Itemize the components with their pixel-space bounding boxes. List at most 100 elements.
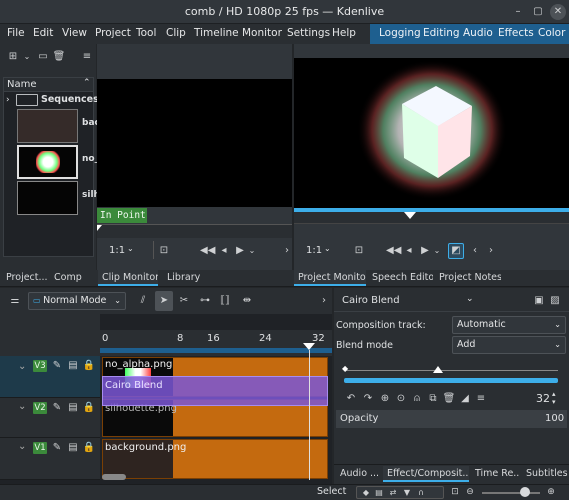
tab-clip-monitor[interactable]: Clip Monitor [98, 270, 158, 286]
select-tool-icon[interactable]: ➤ [155, 291, 173, 311]
chevron-down-icon[interactable]: ⌄ [466, 294, 474, 304]
zone-bar[interactable] [100, 348, 332, 353]
collapse-icon[interactable]: ⌄ [18, 361, 26, 372]
fullscreen-icon[interactable]: ⊡ [157, 244, 171, 258]
layout-color[interactable]: Color [538, 27, 565, 39]
position-icon[interactable]: ⊙ [394, 392, 408, 406]
sort-up-icon[interactable]: ⌃ [83, 78, 91, 88]
keyframe-playhead[interactable] [433, 366, 443, 373]
track-badge[interactable]: V1 [33, 442, 47, 454]
tab-time-remap[interactable]: Time Re... [471, 466, 519, 482]
film-icon[interactable]: ▤ [66, 359, 80, 373]
clip-thumbnail-selected[interactable] [17, 145, 78, 179]
tab-audio[interactable]: Audio ... [336, 466, 380, 482]
zoom-in-icon[interactable]: ⊕ [544, 485, 558, 499]
lock-icon[interactable]: 🔒 [82, 441, 96, 455]
track-badge[interactable]: V3 [33, 360, 47, 372]
track-badge[interactable]: V2 [33, 402, 47, 414]
keyframe-diamond-icon[interactable]: ◆ [342, 364, 348, 373]
tag-icon[interactable]: ◆ [359, 486, 373, 500]
layout-effects[interactable]: Effects [498, 27, 534, 39]
collapse-icon[interactable]: ⌄ [18, 401, 26, 412]
layout-audio[interactable]: Audio [463, 27, 493, 39]
rewind-icon[interactable]: ◀◀ [386, 244, 401, 258]
menu-clip[interactable]: Clip [166, 27, 186, 39]
chevron-down-icon[interactable]: ⌄ [430, 244, 444, 258]
zoom-fit-icon[interactable]: ⊡ [448, 485, 462, 499]
mode-select[interactable]: ▭ Normal Mode ⌄ [28, 292, 126, 310]
delete-icon[interactable]: 🗑 [442, 392, 456, 406]
close-icon[interactable]: ✕ [550, 4, 566, 20]
film-icon[interactable]: ▤ [372, 486, 386, 500]
clip-monitor-screen[interactable] [97, 79, 292, 207]
layout-editing[interactable]: Editing [423, 27, 460, 39]
chevron-right-icon[interactable]: › [280, 244, 294, 258]
spinner-icon[interactable]: ▴ ▾ [552, 390, 556, 406]
menu-view[interactable]: View [62, 27, 87, 39]
keyframe-range[interactable] [344, 378, 558, 383]
add-clip-icon[interactable]: ⊞ [6, 50, 20, 64]
chevron-down-icon[interactable]: ⌄ [20, 50, 34, 64]
chevron-right-icon[interactable]: › [317, 294, 331, 308]
tab-speech-editor[interactable]: Speech Editor [368, 270, 433, 286]
settings-sliders-icon[interactable]: ⚌ [8, 294, 22, 308]
zoom-slider[interactable] [482, 492, 540, 494]
menu-timeline[interactable]: Timeline [194, 27, 239, 39]
menu-file[interactable]: File [7, 27, 25, 39]
opacity-row[interactable]: Opacity 100 [336, 410, 567, 428]
step-back-icon[interactable]: ◂ [402, 244, 416, 258]
blend-mode-select[interactable]: Add ⌄ [452, 336, 566, 354]
playhead-line[interactable] [309, 350, 310, 480]
menu-edit[interactable]: Edit [33, 27, 53, 39]
chevron-right-icon[interactable]: › [484, 244, 498, 258]
zoom-out-icon[interactable]: ⊖ [463, 485, 477, 499]
chevron-right-icon[interactable]: › [6, 95, 10, 105]
ripple-icon[interactable]: ⟦⟧ [218, 294, 232, 308]
tab-project-bin[interactable]: Project... [2, 270, 48, 286]
razor-icon[interactable]: ✂ [177, 294, 191, 308]
maximize-icon[interactable]: ▢ [530, 4, 546, 20]
playhead-marker[interactable] [97, 225, 102, 231]
menu-tool[interactable]: Tool [136, 27, 156, 39]
spacer-icon[interactable]: ⫽ [136, 294, 150, 308]
column-name[interactable]: Name [7, 79, 37, 90]
redo-icon[interactable]: ↷ [361, 392, 375, 406]
clip-thumbnail[interactable] [17, 109, 78, 143]
playhead-marker[interactable] [404, 212, 416, 219]
undo-icon[interactable]: ↶ [344, 392, 358, 406]
effects-icon[interactable]: ✎ [50, 401, 64, 415]
center-icon[interactable]: ⊕ [378, 392, 392, 406]
menu-icon[interactable]: ≡ [474, 392, 488, 406]
copy-icon[interactable]: ⧉ [426, 392, 440, 406]
bookmark-icon[interactable]: ▼ [400, 486, 414, 500]
menu-icon[interactable]: ≡ [80, 50, 94, 64]
track-header-v1[interactable]: ⌄ V1 ✎ ▤ 🔒 [0, 438, 100, 480]
frame-value[interactable]: 32 [536, 392, 550, 405]
chevron-down-icon[interactable]: ⌄ [324, 244, 331, 253]
keyframe-area[interactable]: ◆ [342, 360, 560, 388]
save-as-icon[interactable]: ▨ [548, 294, 562, 308]
split-icon[interactable]: ⇄ [386, 486, 400, 500]
clip-thumbnail[interactable] [17, 181, 78, 215]
step-back-icon[interactable]: ◂ [217, 244, 231, 258]
composition-track-select[interactable]: Automatic ⌄ [452, 316, 566, 334]
slip-icon[interactable]: ⊶ [198, 294, 212, 308]
tab-project-notes[interactable]: Project Notes [435, 270, 501, 286]
clip-monitor-ruler[interactable] [97, 224, 292, 238]
film-icon[interactable]: ▤ [66, 401, 80, 415]
timeline-ruler[interactable]: 0 8 16 24 32 [100, 330, 332, 356]
track-header-v3[interactable]: ⌄ V3 ✎ ▤ 🔒 [0, 356, 100, 398]
tab-subtitles[interactable]: Subtitles [522, 466, 569, 482]
delete-icon[interactable]: 🗑 [52, 50, 66, 64]
chevron-down-icon[interactable]: ⌄ [127, 244, 134, 253]
lock-icon[interactable]: 🔒 [82, 401, 96, 415]
project-monitor-screen[interactable] [294, 58, 569, 208]
save-icon[interactable]: ▣ [532, 294, 546, 308]
menu-settings[interactable]: Settings [287, 27, 330, 39]
effects-icon[interactable]: ✎ [50, 441, 64, 455]
film-icon[interactable]: ▤ [66, 441, 80, 455]
compare-icon[interactable]: ◩ [448, 243, 464, 259]
tab-compositions[interactable]: Comp [50, 270, 94, 286]
collapse-icon[interactable]: ⌄ [18, 441, 26, 452]
clip[interactable]: background.png [102, 439, 328, 479]
